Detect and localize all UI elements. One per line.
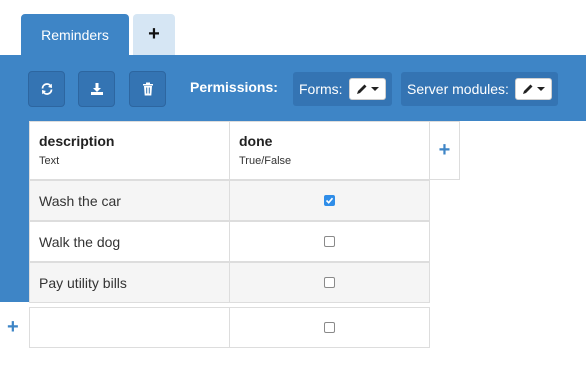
tab-reminders[interactable]: Reminders [21, 14, 129, 55]
add-row-button[interactable]: + [7, 316, 19, 339]
table-cell-description[interactable]: Wash the car [29, 180, 230, 221]
download-button[interactable] [78, 71, 115, 107]
permissions-label: Permissions: [190, 79, 278, 95]
table-editor: Reminders + Permissions: Forms: Server m… [0, 0, 586, 373]
column-header-done[interactable]: done True/False [229, 121, 430, 180]
header-row-gutter [0, 121, 29, 180]
done-checkbox[interactable] [324, 236, 335, 247]
pencil-icon [356, 83, 368, 95]
download-icon [90, 82, 104, 96]
row-gutter [0, 180, 29, 302]
table-cell-done [229, 221, 430, 262]
column-name: done [239, 133, 273, 149]
refresh-icon [40, 82, 54, 96]
pencil-icon [522, 83, 534, 95]
done-checkbox[interactable] [324, 277, 335, 288]
add-tab-button[interactable]: + [133, 14, 175, 55]
trash-icon [142, 82, 154, 96]
forms-permission-dropdown[interactable] [348, 78, 386, 100]
table-cell-description[interactable]: Pay utility bills [29, 262, 230, 303]
add-column-button[interactable]: + [429, 121, 460, 180]
caret-down-icon [536, 87, 545, 91]
forms-permission: Forms: [293, 72, 392, 106]
delete-button[interactable] [129, 71, 166, 107]
new-row-done-cell [229, 307, 430, 348]
server-modules-permission: Server modules: [401, 72, 558, 106]
column-type: Text [39, 155, 60, 167]
caret-down-icon [370, 87, 379, 91]
done-checkbox[interactable] [324, 195, 335, 206]
new-row-description-input[interactable] [29, 307, 230, 348]
column-type: True/False [239, 155, 292, 167]
table-cell-done [229, 262, 430, 303]
new-row-done-checkbox[interactable] [324, 322, 335, 333]
server-modules-permission-dropdown[interactable] [514, 78, 552, 100]
table-cell-description[interactable]: Walk the dog [29, 221, 230, 262]
server-modules-label: Server modules: [407, 81, 509, 97]
toolbar: Permissions: Forms: Server modules: [0, 55, 586, 121]
check-icon [325, 197, 334, 204]
column-header-description[interactable]: description Text [29, 121, 230, 180]
table-cell-done [229, 180, 430, 221]
forms-label: Forms: [299, 81, 343, 97]
refresh-button[interactable] [28, 71, 65, 107]
column-name: description [39, 133, 115, 149]
